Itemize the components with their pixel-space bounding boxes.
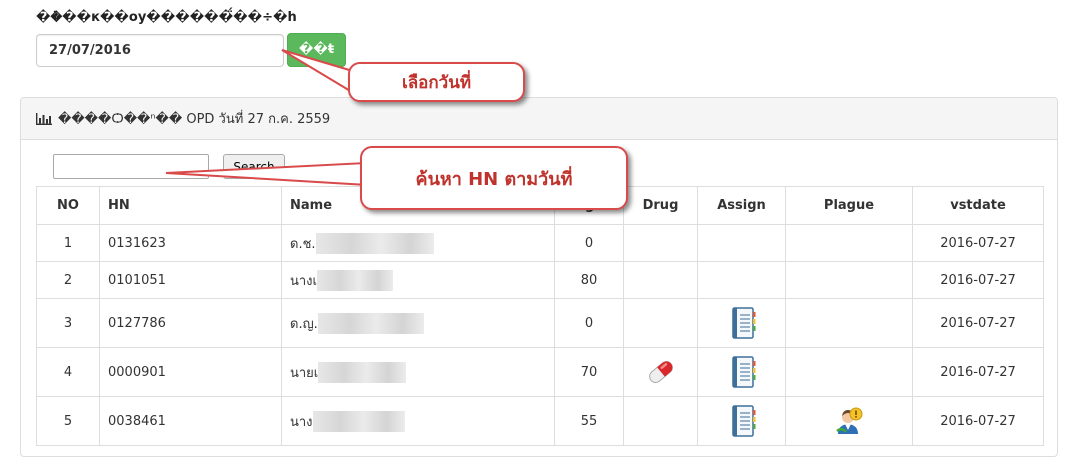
name-prefix: นางเ bbox=[290, 273, 317, 289]
cell-drug[interactable] bbox=[623, 347, 698, 397]
redacted-name bbox=[312, 410, 405, 432]
cell-age: 0 bbox=[554, 298, 624, 348]
cell-drug bbox=[623, 261, 698, 299]
panel-title: ����Ѻ��ⁿ�� OPD วันที่ 27 ก.ค. 2559 bbox=[58, 112, 331, 127]
redacted-name bbox=[315, 232, 434, 254]
cell-plague bbox=[785, 298, 913, 348]
pill-icon[interactable] bbox=[644, 357, 678, 387]
col-hn[interactable]: HN bbox=[99, 186, 282, 225]
cell-hn: 0038461 bbox=[99, 396, 282, 446]
cell-drug bbox=[623, 396, 698, 446]
col-assign[interactable]: Assign bbox=[697, 186, 786, 225]
cell-hn: 0127786 bbox=[99, 298, 282, 348]
cell-no: 4 bbox=[36, 347, 100, 397]
cell-assign[interactable] bbox=[697, 347, 786, 397]
cell-age: 55 bbox=[554, 396, 624, 446]
cell-assign[interactable] bbox=[697, 298, 786, 348]
cell-name: ด.ช. bbox=[281, 224, 555, 262]
cell-assign[interactable] bbox=[697, 396, 786, 446]
cell-vstdate: 2016-07-27 bbox=[912, 396, 1044, 446]
cell-age: 0 bbox=[554, 224, 624, 262]
search-input[interactable] bbox=[53, 154, 209, 179]
bar-chart-icon bbox=[36, 112, 52, 125]
cell-drug bbox=[623, 224, 698, 262]
cell-age: 80 bbox=[554, 261, 624, 299]
cell-hn: 0000901 bbox=[99, 347, 282, 397]
cell-no: 2 bbox=[36, 261, 100, 299]
cell-plague bbox=[785, 261, 913, 299]
cell-name: ด.ญ. bbox=[281, 298, 555, 348]
user-alert-icon[interactable] bbox=[834, 406, 864, 436]
cell-no: 1 bbox=[36, 224, 100, 262]
redacted-name bbox=[317, 312, 424, 334]
redacted-name bbox=[318, 361, 407, 383]
table-row[interactable]: 3 0127786 ด.ญ. 0 2016-07-27 bbox=[36, 298, 1044, 348]
redacted-name bbox=[316, 269, 393, 291]
callout-select-date: เลือกวันที่ bbox=[348, 62, 525, 102]
submit-button[interactable]: ��ŧ bbox=[287, 33, 346, 67]
col-plague[interactable]: Plague bbox=[785, 186, 913, 225]
table-row[interactable]: 5 0038461 นาง 55 2016-07-27 bbox=[36, 396, 1044, 446]
search-button[interactable]: Search bbox=[223, 154, 285, 179]
cell-vstdate: 2016-07-27 bbox=[912, 298, 1044, 348]
name-prefix: ด.ช. bbox=[290, 236, 316, 252]
cell-assign bbox=[697, 224, 786, 262]
cell-plague bbox=[785, 224, 913, 262]
cell-assign bbox=[697, 261, 786, 299]
name-prefix: นาง bbox=[290, 414, 313, 430]
table-row[interactable]: 4 0000901 นายเ 70 2016-07-27 bbox=[36, 347, 1044, 397]
panel-heading: ����Ѻ��ⁿ�� OPD วันที่ 27 ก.ค. 2559 bbox=[21, 98, 1057, 140]
cell-name: นายเ bbox=[281, 347, 555, 397]
cell-drug bbox=[623, 298, 698, 348]
cell-age: 70 bbox=[554, 347, 624, 397]
cell-vstdate: 2016-07-27 bbox=[912, 224, 1044, 262]
col-no[interactable]: NO bbox=[36, 186, 100, 225]
patient-table: NO HN Name Age Drug Assign Plague vstdat… bbox=[36, 186, 1044, 446]
cell-hn: 0101051 bbox=[99, 261, 282, 299]
cell-plague bbox=[785, 347, 913, 397]
table-row[interactable]: 2 0101051 นางเ 80 2016-07-27 bbox=[36, 261, 1044, 299]
col-drug[interactable]: Drug bbox=[623, 186, 698, 225]
cell-no: 3 bbox=[36, 298, 100, 348]
cell-name: นาง bbox=[281, 396, 555, 446]
name-prefix: นายเ bbox=[290, 365, 319, 381]
cell-plague[interactable] bbox=[785, 396, 913, 446]
col-vstdate[interactable]: vstdate bbox=[912, 186, 1044, 225]
cell-no: 5 bbox=[36, 396, 100, 446]
name-prefix: ด.ญ. bbox=[290, 316, 318, 332]
cell-hn: 0131623 bbox=[99, 224, 282, 262]
date-input[interactable] bbox=[36, 34, 284, 67]
cell-name: นางเ bbox=[281, 261, 555, 299]
notebook-icon[interactable] bbox=[728, 404, 756, 438]
date-label: ��ܳ��к��оу������̈́��÷�h bbox=[36, 10, 297, 25]
cell-vstdate: 2016-07-27 bbox=[912, 347, 1044, 397]
notebook-icon[interactable] bbox=[728, 355, 756, 389]
cell-vstdate: 2016-07-27 bbox=[912, 261, 1044, 299]
callout-search-hn: ค้นหา HN ตามวันที่ bbox=[360, 146, 628, 210]
table-row[interactable]: 1 0131623 ด.ช. 0 2016-07-27 bbox=[36, 224, 1044, 262]
notebook-icon[interactable] bbox=[728, 306, 756, 340]
